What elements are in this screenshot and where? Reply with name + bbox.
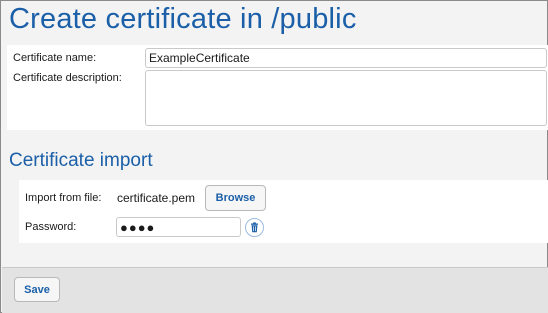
password-mask: ●●●● [120, 219, 156, 235]
footer-bar: Save [2, 267, 548, 313]
window-frame: Create certificate in /public Certificat… [0, 0, 548, 313]
import-from-file-label: Import from file: [25, 192, 102, 204]
save-button[interactable]: Save [14, 277, 60, 302]
password-input[interactable]: ●●●● [116, 217, 241, 237]
save-button-label: Save [24, 283, 50, 296]
certificate-import-panel: Import from file: certificate.pem Browse… [19, 180, 548, 243]
certificate-import-heading: Certificate import [9, 150, 153, 171]
certificate-description-textarea[interactable] [145, 70, 547, 126]
page-title: Create certificate in /public [9, 3, 357, 35]
certificate-name-label: Certificate name: [13, 52, 97, 64]
certificate-form-panel: Certificate name: Certificate descriptio… [7, 45, 548, 130]
browse-button-label: Browse [215, 192, 256, 204]
clear-password-button[interactable] [245, 218, 264, 237]
certificate-name-input[interactable] [145, 48, 547, 68]
browse-button[interactable]: Browse [205, 185, 266, 211]
certificate-description-label: Certificate description: [13, 72, 122, 84]
password-label: Password: [25, 221, 77, 233]
trash-icon [249, 222, 260, 233]
selected-file-name: certificate.pem [117, 191, 196, 205]
